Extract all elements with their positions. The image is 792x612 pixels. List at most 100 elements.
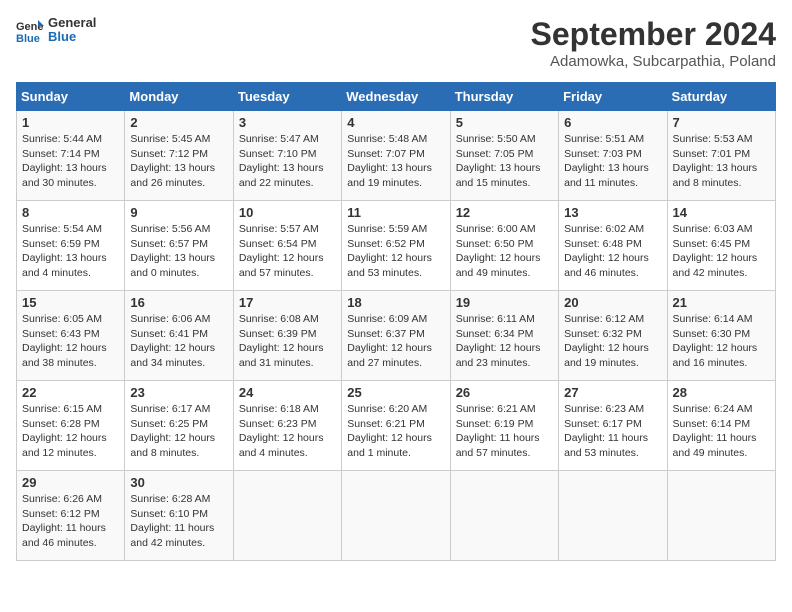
cell-info: Sunrise: 6:26 AM Sunset: 6:12 PM Dayligh…	[22, 492, 119, 551]
day-number: 14	[673, 205, 770, 220]
day-number: 11	[347, 205, 444, 220]
cell-info: Sunrise: 6:24 AM Sunset: 6:14 PM Dayligh…	[673, 402, 770, 461]
cell-info: Sunrise: 6:08 AM Sunset: 6:39 PM Dayligh…	[239, 312, 336, 371]
calendar-cell: 19Sunrise: 6:11 AM Sunset: 6:34 PM Dayli…	[450, 291, 558, 381]
day-number: 16	[130, 295, 227, 310]
day-header-tuesday: Tuesday	[233, 83, 341, 111]
calendar-cell: 26 Sunrise: 6:21 AM Sunset: 6:19 PM Dayli…	[450, 381, 558, 471]
day-number: 30	[130, 475, 227, 490]
calendar-cell: 12 Sunrise: 6:00 AM Sunset: 6:50 PM Dayli…	[450, 201, 558, 291]
cell-info: Sunrise: 6:09 AM Sunset: 6:37 PM Dayligh…	[347, 312, 444, 371]
day-number: 27	[564, 385, 661, 400]
calendar-cell: 22 Sunrise: 6:15 AM Sunset: 6:28 PM Dayli…	[17, 381, 125, 471]
calendar-body: 1Sunrise: 5:44 AM Sunset: 7:14 PM Daylig…	[17, 111, 776, 561]
calendar-cell: 17 Sunrise: 6:08 AM Sunset: 6:39 PM Dayli…	[233, 291, 341, 381]
calendar-week-row: 8Sunrise: 5:54 AM Sunset: 6:59 PM Daylig…	[17, 201, 776, 291]
day-header-sunday: Sunday	[17, 83, 125, 111]
calendar-cell: 4 Sunrise: 5:48 AM Sunset: 7:07 PM Daylig…	[342, 111, 450, 201]
calendar-cell: 11 Sunrise: 5:59 AM Sunset: 6:52 PM Dayli…	[342, 201, 450, 291]
calendar-cell: 13 Sunrise: 6:02 AM Sunset: 6:48 PM Dayli…	[559, 201, 667, 291]
cell-info: Sunrise: 5:48 AM Sunset: 7:07 PM Dayligh…	[347, 132, 444, 191]
cell-info: Sunrise: 6:18 AM Sunset: 6:23 PM Dayligh…	[239, 402, 336, 461]
header: General Blue General Blue September 2024…	[16, 16, 776, 70]
calendar-cell	[667, 471, 775, 561]
day-header-saturday: Saturday	[667, 83, 775, 111]
calendar-cell: 7 Sunrise: 5:53 AM Sunset: 7:01 PM Daylig…	[667, 111, 775, 201]
logo-icon: General Blue	[16, 16, 44, 44]
calendar-cell: 16 Sunrise: 6:06 AM Sunset: 6:41 PM Dayli…	[125, 291, 233, 381]
cell-info: Sunrise: 6:06 AM Sunset: 6:41 PM Dayligh…	[130, 312, 227, 371]
calendar-week-row: 15 Sunrise: 6:05 AM Sunset: 6:43 PM Dayli…	[17, 291, 776, 381]
calendar-cell: 1Sunrise: 5:44 AM Sunset: 7:14 PM Daylig…	[17, 111, 125, 201]
calendar-cell	[559, 471, 667, 561]
calendar-cell: 27 Sunrise: 6:23 AM Sunset: 6:17 PM Dayli…	[559, 381, 667, 471]
calendar-cell: 15 Sunrise: 6:05 AM Sunset: 6:43 PM Dayli…	[17, 291, 125, 381]
calendar-cell: 28 Sunrise: 6:24 AM Sunset: 6:14 PM Dayli…	[667, 381, 775, 471]
logo-line1: General	[48, 16, 96, 30]
day-number: 4	[347, 115, 444, 130]
location-subtitle: Adamowka, Subcarpathia, Poland	[531, 53, 776, 70]
calendar-cell: 20 Sunrise: 6:12 AM Sunset: 6:32 PM Dayli…	[559, 291, 667, 381]
day-header-monday: Monday	[125, 83, 233, 111]
calendar-cell: 29 Sunrise: 6:26 AM Sunset: 6:12 PM Dayli…	[17, 471, 125, 561]
day-number: 21	[673, 295, 770, 310]
calendar-cell: 6 Sunrise: 5:51 AM Sunset: 7:03 PM Daylig…	[559, 111, 667, 201]
calendar-cell: 30 Sunrise: 6:28 AM Sunset: 6:10 PM Dayli…	[125, 471, 233, 561]
calendar-cell: 18 Sunrise: 6:09 AM Sunset: 6:37 PM Dayli…	[342, 291, 450, 381]
day-number: 18	[347, 295, 444, 310]
day-number: 5	[456, 115, 553, 130]
cell-info: Sunrise: 6:00 AM Sunset: 6:50 PM Dayligh…	[456, 222, 553, 281]
calendar-week-row: 29 Sunrise: 6:26 AM Sunset: 6:12 PM Dayli…	[17, 471, 776, 561]
day-number: 24	[239, 385, 336, 400]
day-number: 29	[22, 475, 119, 490]
day-number: 20	[564, 295, 661, 310]
cell-info: Sunrise: 5:44 AM Sunset: 7:14 PM Dayligh…	[22, 132, 119, 191]
logo-line2: Blue	[48, 30, 96, 44]
calendar-cell: 5 Sunrise: 5:50 AM Sunset: 7:05 PM Daylig…	[450, 111, 558, 201]
calendar-cell: 2Sunrise: 5:45 AM Sunset: 7:12 PM Daylig…	[125, 111, 233, 201]
calendar-cell	[233, 471, 341, 561]
calendar-cell: 9Sunrise: 5:56 AM Sunset: 6:57 PM Daylig…	[125, 201, 233, 291]
day-number: 12	[456, 205, 553, 220]
calendar-week-row: 1Sunrise: 5:44 AM Sunset: 7:14 PM Daylig…	[17, 111, 776, 201]
cell-info: Sunrise: 5:50 AM Sunset: 7:05 PM Dayligh…	[456, 132, 553, 191]
cell-info: Sunrise: 6:28 AM Sunset: 6:10 PM Dayligh…	[130, 492, 227, 551]
calendar-cell	[342, 471, 450, 561]
day-header-friday: Friday	[559, 83, 667, 111]
day-header-wednesday: Wednesday	[342, 83, 450, 111]
day-number: 15	[22, 295, 119, 310]
day-number: 13	[564, 205, 661, 220]
cell-info: Sunrise: 6:11 AM Sunset: 6:34 PM Dayligh…	[456, 312, 553, 371]
day-number: 10	[239, 205, 336, 220]
cell-info: Sunrise: 5:45 AM Sunset: 7:12 PM Dayligh…	[130, 132, 227, 191]
cell-info: Sunrise: 6:23 AM Sunset: 6:17 PM Dayligh…	[564, 402, 661, 461]
cell-info: Sunrise: 5:59 AM Sunset: 6:52 PM Dayligh…	[347, 222, 444, 281]
calendar-cell: 14Sunrise: 6:03 AM Sunset: 6:45 PM Dayli…	[667, 201, 775, 291]
day-number: 26	[456, 385, 553, 400]
cell-info: Sunrise: 6:14 AM Sunset: 6:30 PM Dayligh…	[673, 312, 770, 371]
cell-info: Sunrise: 5:51 AM Sunset: 7:03 PM Dayligh…	[564, 132, 661, 191]
day-number: 9	[130, 205, 227, 220]
day-number: 25	[347, 385, 444, 400]
cell-info: Sunrise: 6:12 AM Sunset: 6:32 PM Dayligh…	[564, 312, 661, 371]
cell-info: Sunrise: 6:02 AM Sunset: 6:48 PM Dayligh…	[564, 222, 661, 281]
cell-info: Sunrise: 5:53 AM Sunset: 7:01 PM Dayligh…	[673, 132, 770, 191]
day-number: 8	[22, 205, 119, 220]
calendar-cell	[450, 471, 558, 561]
calendar-week-row: 22 Sunrise: 6:15 AM Sunset: 6:28 PM Dayli…	[17, 381, 776, 471]
svg-text:Blue: Blue	[16, 33, 40, 44]
cell-info: Sunrise: 6:15 AM Sunset: 6:28 PM Dayligh…	[22, 402, 119, 461]
calendar-cell: 23Sunrise: 6:17 AM Sunset: 6:25 PM Dayli…	[125, 381, 233, 471]
day-number: 7	[673, 115, 770, 130]
title-area: September 2024 Adamowka, Subcarpathia, P…	[531, 16, 776, 70]
cell-info: Sunrise: 6:21 AM Sunset: 6:19 PM Dayligh…	[456, 402, 553, 461]
cell-info: Sunrise: 6:05 AM Sunset: 6:43 PM Dayligh…	[22, 312, 119, 371]
calendar-cell: 25 Sunrise: 6:20 AM Sunset: 6:21 PM Dayli…	[342, 381, 450, 471]
day-number: 28	[673, 385, 770, 400]
day-number: 6	[564, 115, 661, 130]
calendar-cell: 24 Sunrise: 6:18 AM Sunset: 6:23 PM Dayli…	[233, 381, 341, 471]
day-number: 17	[239, 295, 336, 310]
calendar-header-row: SundayMondayTuesdayWednesdayThursdayFrid…	[17, 83, 776, 111]
cell-info: Sunrise: 6:20 AM Sunset: 6:21 PM Dayligh…	[347, 402, 444, 461]
day-number: 22	[22, 385, 119, 400]
